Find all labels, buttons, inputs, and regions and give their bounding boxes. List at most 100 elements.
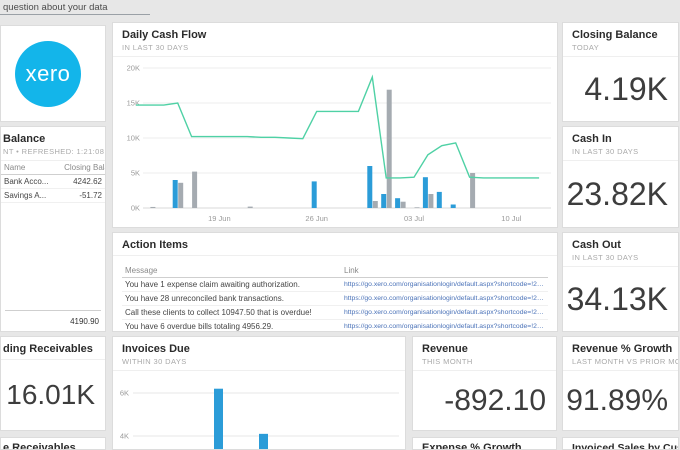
cash-out-bar[interactable] [373,201,378,208]
svg-text:20K: 20K [127,64,140,73]
closing-balance-header: Closing Balance TODAY [563,23,678,57]
invoices-due-title: Invoices Due [122,343,396,355]
svg-text:10 Jul: 10 Jul [501,214,521,223]
daily-cash-flow-title: Daily Cash Flow [122,29,548,41]
action-message-cell: You have 1 expense claim awaiting author… [122,278,341,292]
cash-out-bar[interactable] [248,207,253,208]
qa-underline [0,14,150,15]
action-message-cell: You have 6 overdue bills totaling 4956.2… [122,320,341,333]
balance-total: 4190.90 [70,317,99,326]
cash-out-title: Cash Out [572,239,669,251]
expense-growth-header: Expense % Growth [413,438,556,450]
cash-out-bar[interactable] [470,173,475,208]
balance-cell-name: Bank Acco... [1,175,61,189]
overdue-receivables-tile[interactable]: e Receivables [0,437,106,450]
cash-in-bar[interactable] [381,194,386,208]
cash-out-value: 34.13K [563,267,678,331]
overdue-receivables-header: e Receivables [1,438,105,450]
cash-out-header: Cash Out IN LAST 30 DAYS [563,233,678,267]
svg-text:5K: 5K [131,169,140,178]
svg-text:26 Jun: 26 Jun [305,214,328,223]
qa-ask-text[interactable]: question about your data [3,2,108,13]
daily-cash-flow-header: Daily Cash Flow IN LAST 30 DAYS [113,23,557,57]
closing-balance-line[interactable] [136,77,539,178]
cash-in-bar[interactable] [437,192,442,208]
action-items-row: Call these clients to collect 10947.50 t… [122,306,548,320]
balance-subtitle: NT • REFRESHED: 1:21:08 AM [3,147,96,156]
invoiced-sales-title: Invoiced Sales by Customer [572,442,669,450]
action-link-cell: https://go.xero.com/organisationlogin/de… [341,320,548,333]
balance-total-divider [5,310,101,311]
xero-logo-tile[interactable]: xero [0,25,106,122]
revenue-growth-tile[interactable]: Revenue % Growth LAST MONTH VS PRIOR MON… [562,336,679,431]
daily-cash-flow-tile[interactable]: Daily Cash Flow IN LAST 30 DAYS 0K5K10K1… [112,22,558,228]
action-link[interactable]: https://go.xero.com/organisationlogin/de… [344,295,545,302]
svg-text:15K: 15K [127,99,140,108]
svg-text:03 Jul: 03 Jul [404,214,424,223]
expense-growth-title: Expense % Growth [422,442,547,450]
invoices-due-bar[interactable] [214,389,223,449]
cash-out-bar[interactable] [178,183,183,208]
action-items-table: Message Link You have 1 expense claim aw… [122,264,548,332]
receivables-header: ding Receivables [1,337,105,360]
cash-out-bar[interactable] [401,202,406,208]
action-items-header: Action Items [113,233,557,256]
action-items-row: You have 6 overdue bills totaling 4956.2… [122,320,548,333]
revenue-value: -892.10 [413,371,556,430]
svg-text:6K: 6K [120,389,129,398]
action-items-table-body: You have 1 expense claim awaiting author… [122,278,548,333]
dashboard: question about your data xero Balance NT… [0,0,680,450]
balance-table-row: Savings A...-51.72 [1,189,105,203]
cash-in-bar[interactable] [173,180,178,208]
qa-ask-bar[interactable]: question about your data [0,0,680,16]
action-message-cell: Call these clients to collect 10947.50 t… [122,306,341,320]
cash-in-bar[interactable] [312,181,317,208]
overdue-receivables-title: e Receivables [3,442,96,450]
closing-balance-value: 4.19K [563,57,678,121]
action-link[interactable]: https://go.xero.com/organisationlogin/de… [344,309,545,316]
balance-cell-closing: -51.72 [61,189,105,203]
invoices-due-bar[interactable] [259,434,268,449]
action-items-tile[interactable]: Action Items Message Link You have 1 exp… [112,232,558,332]
revenue-growth-title: Revenue % Growth [572,343,669,355]
cash-in-bar[interactable] [367,166,372,208]
cash-out-tile[interactable]: Cash Out IN LAST 30 DAYS 34.13K [562,232,679,332]
svg-text:0K: 0K [131,204,140,213]
outstanding-receivables-tile[interactable]: ding Receivables 16.01K [0,336,106,431]
action-items-header-row: Message Link [122,264,548,278]
balance-tile[interactable]: Balance NT • REFRESHED: 1:21:08 AM Name … [0,126,106,332]
xero-logo-icon: xero [15,41,81,107]
svg-text:19 Jun: 19 Jun [208,214,231,223]
balance-table-row: Bank Acco...4242.62 [1,175,105,189]
invoices-due-subtitle: WITHIN 30 DAYS [122,357,396,366]
cash-in-tile[interactable]: Cash In IN LAST 30 DAYS 23.82K [562,126,679,228]
cash-out-bar[interactable] [387,90,392,208]
cash-out-bar[interactable] [150,207,155,208]
revenue-title: Revenue [422,343,547,355]
action-link[interactable]: https://go.xero.com/organisationlogin/de… [344,323,545,330]
revenue-growth-subtitle: LAST MONTH VS PRIOR MONTH [572,357,669,366]
balance-header: Balance NT • REFRESHED: 1:21:08 AM [1,127,105,161]
action-link[interactable]: https://go.xero.com/organisationlogin/de… [344,281,545,288]
cash-out-bar[interactable] [192,172,197,208]
cash-in-bar[interactable] [423,177,428,208]
cash-in-bar[interactable] [395,198,400,208]
revenue-tile[interactable]: Revenue THIS MONTH -892.10 [412,336,557,431]
action-message-cell: You have 28 unreconciled bank transactio… [122,292,341,306]
revenue-header: Revenue THIS MONTH [413,337,556,371]
receivables-value: 16.01K [1,360,105,430]
expense-growth-tile[interactable]: Expense % Growth [412,437,557,450]
cash-out-bar[interactable] [415,207,420,208]
cash-out-bar[interactable] [428,194,433,208]
action-col-link: Link [341,264,548,278]
invoices-due-header: Invoices Due WITHIN 30 DAYS [113,337,405,371]
action-link-cell: https://go.xero.com/organisationlogin/de… [341,306,548,320]
svg-text:4K: 4K [120,432,129,441]
action-items-title: Action Items [122,239,548,251]
invoiced-sales-tile[interactable]: Invoiced Sales by Customer [562,437,679,450]
cash-in-subtitle: IN LAST 30 DAYS [572,147,669,156]
invoices-due-tile[interactable]: Invoices Due WITHIN 30 DAYS 6K 4K [112,336,406,450]
closing-balance-tile[interactable]: Closing Balance TODAY 4.19K [562,22,679,122]
daily-cash-flow-subtitle: IN LAST 30 DAYS [122,43,548,52]
cash-in-bar[interactable] [451,205,456,209]
